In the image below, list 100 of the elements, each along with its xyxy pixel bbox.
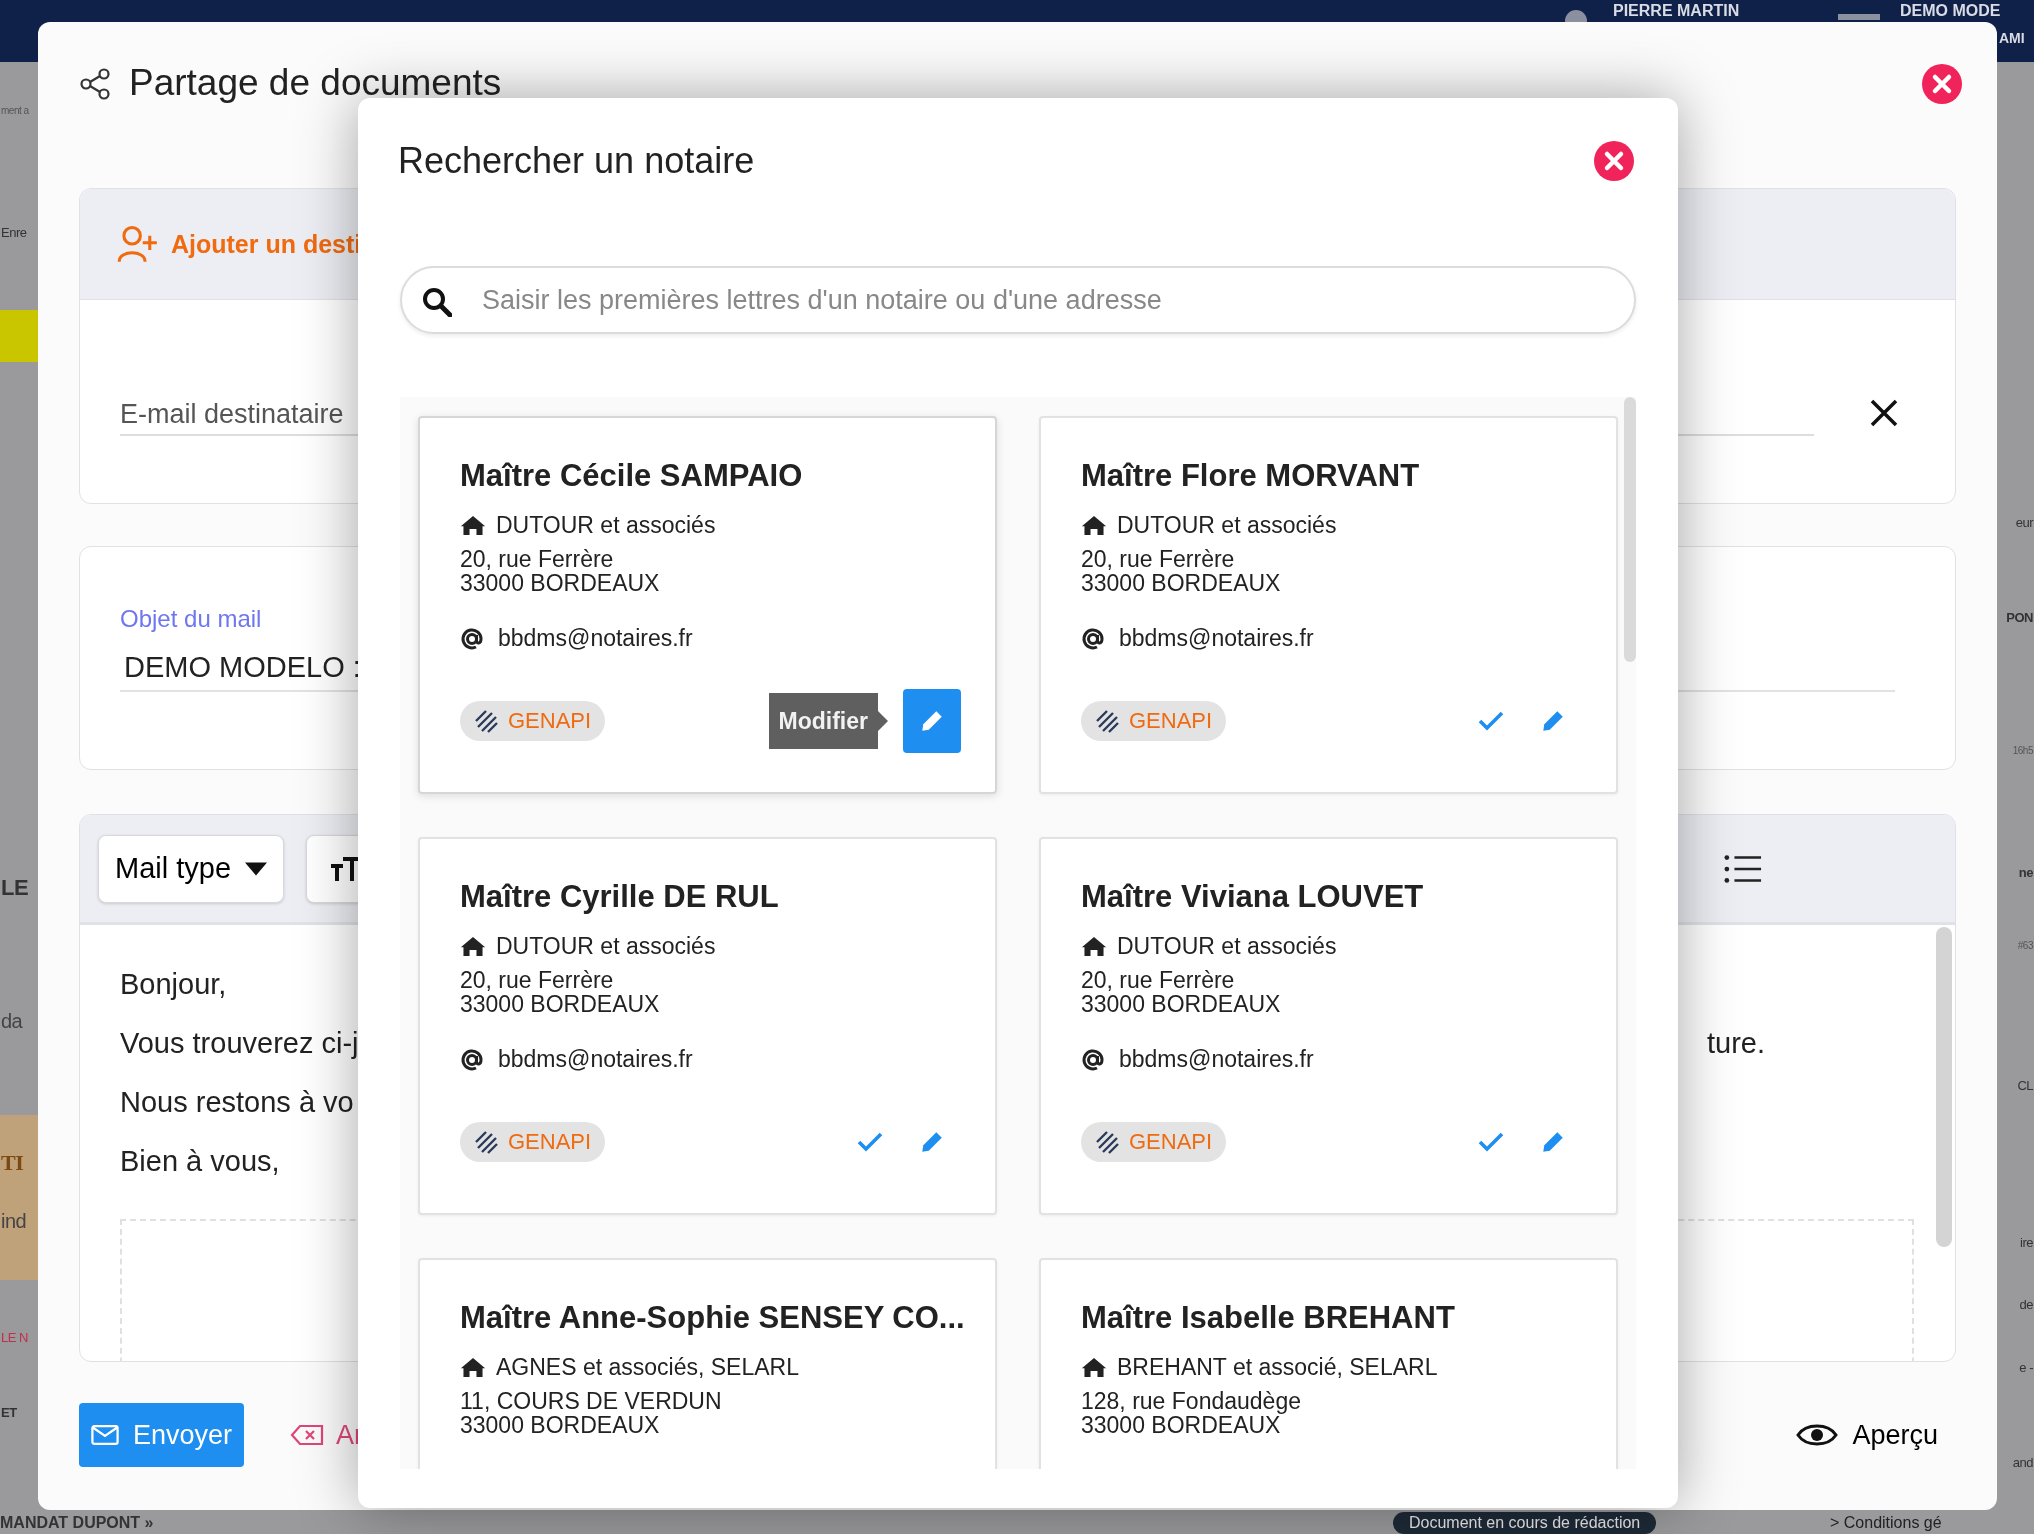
mode-label: DEMO MODE: [1900, 1, 2001, 21]
status-badge: Document en cours de rédaction: [1393, 1512, 1657, 1534]
stripes-icon: [1095, 709, 1119, 733]
page-text: e -: [2019, 1360, 2033, 1375]
address-line: 20, rue Ferrère: [1081, 547, 1236, 571]
page-text: ind: [1, 1210, 27, 1233]
address-line: 11, COURS DE VERDUN: [460, 1389, 723, 1413]
notary-card[interactable]: Maître Isabelle BREHANT BREHANT et associé, SELARL 128, rue Fondaudège 33000 BORDEAUX: [1039, 1258, 1618, 1469]
email-address[interactable]: bbdms@notaires.fr: [498, 1046, 693, 1073]
email-address[interactable]: bbdms@notaires.fr: [1119, 1046, 1314, 1073]
check-icon[interactable]: [1478, 1132, 1504, 1152]
tooltip: Modifier: [768, 693, 888, 749]
pencil-icon: [1540, 708, 1566, 734]
address-line: 33000 BORDEAUX: [1081, 571, 1282, 595]
message-text: Bien à vous,: [120, 1145, 280, 1178]
office-name: DUTOUR et associés: [1117, 933, 1337, 960]
notary-name: Maître Flore MORVANT: [1081, 458, 1421, 494]
check-icon[interactable]: [1478, 711, 1504, 731]
notary-name: Maître Cécile SAMPAIO: [460, 458, 804, 494]
email-address[interactable]: bbdms@notaires.fr: [1119, 625, 1314, 652]
pencil-icon: [1540, 1129, 1566, 1155]
address-line: 33000 BORDEAUX: [460, 1413, 661, 1437]
house-icon: [460, 936, 486, 957]
notary-name: Maître Anne-Sophie SENSEY CO...: [460, 1300, 966, 1336]
message-text: Nous restons à vo: [120, 1086, 354, 1119]
pencil-icon: [919, 1129, 945, 1155]
address-line: 33000 BORDEAUX: [1081, 1413, 1281, 1437]
stripes-icon: [1095, 1130, 1119, 1154]
check-icon[interactable]: [857, 1132, 883, 1152]
page-text: LE: [1, 875, 29, 901]
notary-name: Maître Cyrille DE RUL: [460, 879, 780, 915]
share-icon: [79, 68, 111, 100]
page-text: LE N: [1, 1330, 28, 1345]
scrollbar[interactable]: [1936, 927, 1952, 1247]
stripes-icon: [474, 1130, 498, 1154]
notary-card[interactable]: Maître Viviana LOUVET DUTOUR et associés 20, rue Ferrère 33000 BORDEAUX bbdms@notaires.fr GENAPI: [1039, 837, 1618, 1215]
page-text: de: [2019, 1297, 2033, 1312]
page-text: 16h5: [2012, 745, 2033, 756]
software-tag: GENAPI: [1081, 1122, 1227, 1162]
house-icon: [1081, 515, 1107, 536]
page-text: #63: [2017, 940, 2033, 951]
office-name: DUTOUR et associés: [496, 933, 716, 960]
office-name: DUTOUR et associés: [496, 512, 716, 539]
list-icon[interactable]: [1724, 853, 1762, 884]
page-text: TI: [1, 1150, 24, 1176]
scrollbar[interactable]: [1624, 397, 1636, 662]
close-icon[interactable]: [1594, 141, 1634, 181]
page-text: ment a: [1, 105, 29, 116]
house-icon: [460, 515, 486, 536]
page-text: ne: [2018, 865, 2033, 880]
status-block: [0, 310, 38, 362]
page-text: PON: [2006, 610, 2033, 625]
backspace-icon: [290, 1424, 324, 1446]
mode-sublabel: AMI: [1999, 30, 2025, 46]
notary-card[interactable]: Maître Anne-Sophie SENSEY CO... AGNES et associés, SELARL 11, COURS DE VERDUN 33000 BORDEAUX: [418, 1258, 997, 1469]
caret-icon: [245, 861, 268, 876]
at-icon: [1081, 1047, 1105, 1072]
page-text: ET: [1, 1405, 17, 1420]
stripes-icon: [474, 709, 498, 733]
page-text: CL: [2017, 1078, 2033, 1093]
at-icon: [460, 1047, 484, 1072]
page-text: MANDAT DUPONT »: [0, 1513, 154, 1533]
edit-button[interactable]: [903, 689, 961, 753]
page-text: da: [1, 1010, 23, 1033]
email-address[interactable]: bbdms@notaires.fr: [498, 625, 693, 652]
template-dropdown[interactable]: Mail type: [98, 834, 285, 903]
pencil-icon: [919, 708, 945, 734]
address-line: 33000 BORDEAUX: [1081, 992, 1282, 1016]
notary-name: Maître Viviana LOUVET: [1081, 879, 1425, 915]
search-field[interactable]: Saisir les premières lettres d'un notaire ou d'une adresse: [400, 266, 1636, 334]
address-line: 33000 BORDEAUX: [460, 571, 661, 595]
address-line: 20, rue Ferrère: [460, 968, 615, 992]
preview-button[interactable]: Aperçu: [1790, 1418, 1944, 1452]
office-name: BREHANT et associé, SELARL: [1117, 1354, 1438, 1381]
notary-card[interactable]: Maître Flore MORVANT DUTOUR et associés 20, rue Ferrère 33000 BORDEAUX bbdms@notaires.fr GENAPI: [1039, 416, 1618, 794]
notary-name: Maître Isabelle BREHANT: [1081, 1300, 1456, 1336]
conditions-link[interactable]: > Conditions gé: [1830, 1513, 1942, 1533]
remove-icon[interactable]: [1869, 398, 1899, 428]
page-text: ire: [2020, 1235, 2033, 1250]
house-icon: [460, 1357, 486, 1378]
user-name[interactable]: PIERRE MARTIN: [1613, 1, 1740, 21]
search-icon: [422, 287, 452, 317]
mode-icon: [1838, 14, 1880, 20]
address-line: 33000 BORDEAUX: [460, 992, 661, 1016]
page-text: and: [2012, 1455, 2033, 1470]
address-line: 128, rue Fondaudège: [1081, 1389, 1302, 1413]
field-label: Objet du mail: [120, 605, 263, 633]
at-icon: [1081, 626, 1105, 651]
at-icon: [460, 626, 484, 651]
eye-icon: [1796, 1422, 1839, 1448]
address-line: 20, rue Ferrère: [460, 547, 615, 571]
office-name: AGNES et associés, SELARL: [496, 1354, 799, 1381]
notary-card[interactable]: Maître Cyrille DE RUL DUTOUR et associés 20, rue Ferrère 33000 BORDEAUX bbdms@notaires.fr GENAPI: [418, 837, 997, 1215]
house-icon: [1081, 936, 1107, 957]
close-icon[interactable]: [1922, 64, 1962, 104]
software-tag: GENAPI: [460, 701, 606, 741]
page-text: Enre: [1, 225, 27, 240]
software-tag: GENAPI: [460, 1122, 606, 1162]
office-name: DUTOUR et associés: [1117, 512, 1337, 539]
notary-card[interactable]: Maître Cécile SAMPAIO DUTOUR et associés 20, rue Ferrère 33000 BORDEAUX bbdms@notaires.fr GENAPI Modifier: [418, 416, 997, 794]
